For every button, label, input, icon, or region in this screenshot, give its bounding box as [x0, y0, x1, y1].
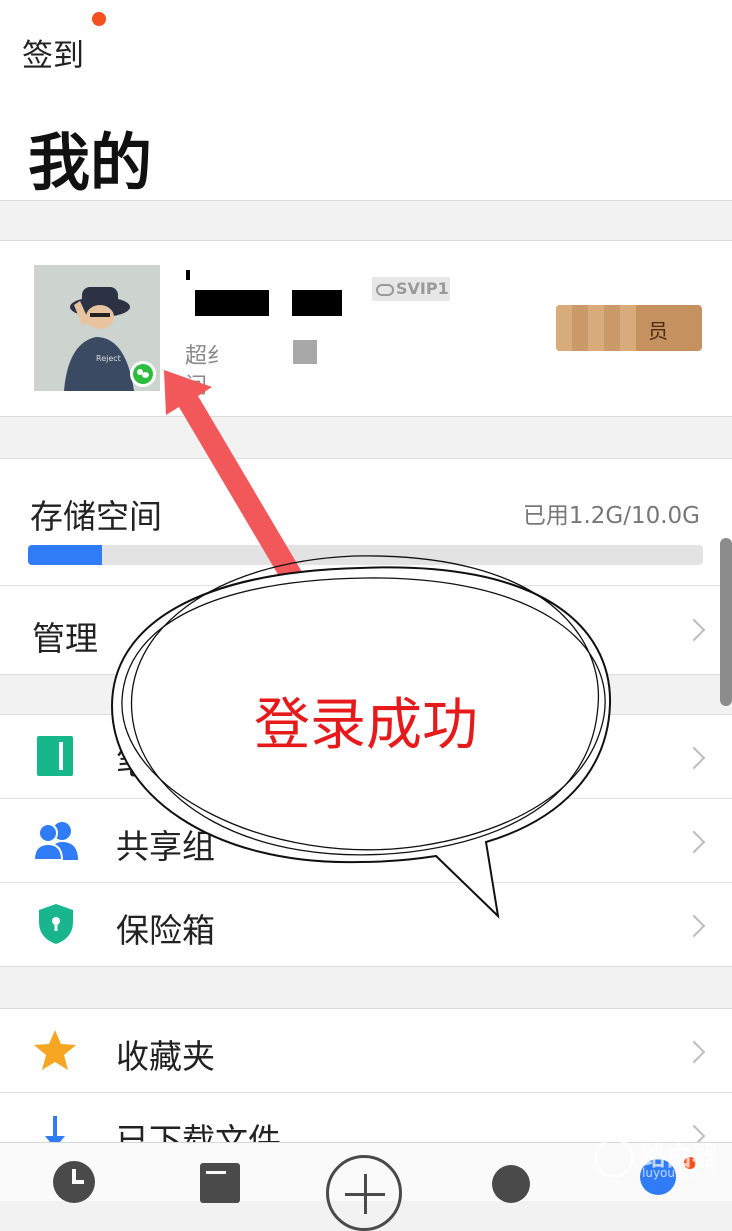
username-fragment — [186, 270, 190, 280]
member-button-label: 员 — [648, 319, 668, 343]
cloud-icon — [376, 284, 394, 296]
watermark-logo-icon — [594, 1138, 634, 1178]
redacted-square — [293, 340, 317, 364]
annotation-text: 登录成功 — [254, 693, 478, 758]
chevron-right-icon — [682, 830, 706, 854]
scrollbar[interactable] — [720, 538, 732, 706]
member-button[interactable]: 员 — [556, 305, 702, 351]
menu-label-notes: 笔 — [116, 743, 149, 782]
manage-label: 管理 — [32, 619, 98, 658]
people-icon — [32, 822, 78, 860]
notification-dot — [92, 12, 106, 26]
username-redacted — [195, 290, 269, 316]
avatar[interactable]: Reject — [34, 265, 160, 391]
chevron-right-icon — [682, 914, 706, 938]
menu-label-safe: 保险箱 — [116, 911, 215, 950]
chevron-right-icon — [682, 1040, 706, 1064]
watermark-subtext: luyouqi.com — [642, 1166, 716, 1180]
checkin-button[interactable]: 签到 — [22, 30, 84, 75]
profile-subtitle-2: 间 — [185, 374, 208, 399]
storage-title: 存储空间 — [30, 497, 162, 536]
folder-icon[interactable] — [200, 1163, 240, 1203]
menu-item-favorites[interactable]: 收藏夹 — [0, 1008, 732, 1092]
username-redacted-2 — [292, 290, 342, 316]
top-header: 签到 我的 — [0, 0, 732, 200]
profile-card[interactable]: Reject SVIP1 超纟 间 员 — [0, 240, 732, 416]
menu-label-share-group: 共享组 — [116, 827, 215, 866]
vip-badge-label: SVIP1 — [396, 279, 449, 298]
manage-row[interactable]: 管理 — [0, 586, 732, 674]
storage-section: 存储空间 已用1.2G/10.0G 管理 — [0, 458, 732, 674]
svg-text:Reject: Reject — [96, 354, 121, 363]
menu-item-safe[interactable]: 保险箱 — [0, 882, 732, 966]
chevron-right-icon — [682, 618, 706, 642]
add-button[interactable] — [326, 1155, 402, 1231]
notebook-icon — [37, 736, 73, 776]
vip-badge: SVIP1 — [372, 277, 450, 301]
storage-progress-fill — [28, 545, 103, 565]
chevron-right-icon — [682, 746, 706, 770]
discover-icon[interactable] — [492, 1165, 530, 1203]
page-title: 我的 — [28, 126, 153, 199]
checkin-label: 签到 — [22, 38, 84, 74]
shield-icon — [39, 904, 73, 944]
profile-subtitle-1: 超纟 — [185, 344, 230, 369]
menu-label-favorites: 收藏夹 — [116, 1037, 215, 1076]
star-icon — [34, 1030, 76, 1070]
watermark: 路由器 luyouqi.com — [590, 1136, 730, 1186]
storage-progress-bar — [28, 545, 703, 565]
wechat-login-icon — [130, 361, 156, 387]
storage-usage: 已用1.2G/10.0G — [522, 503, 700, 529]
menu-item-share-group[interactable]: 共享组 — [0, 798, 732, 882]
clock-icon[interactable] — [53, 1161, 95, 1203]
